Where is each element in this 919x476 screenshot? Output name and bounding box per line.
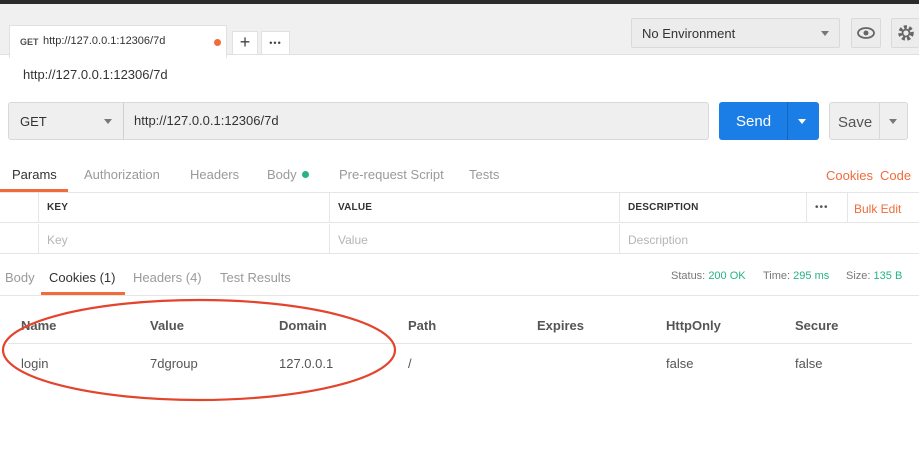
cookie-header-httponly: HttpOnly bbox=[666, 318, 721, 333]
status-value: 200 OK bbox=[708, 270, 746, 282]
params-more-button[interactable]: ••• bbox=[815, 202, 829, 213]
size-label: Size: 135 B bbox=[846, 270, 902, 282]
method-select[interactable]: GET bbox=[8, 102, 124, 140]
param-value-input[interactable]: Value bbox=[329, 224, 620, 253]
resp-tab-test-results[interactable]: Test Results bbox=[220, 270, 291, 285]
unsaved-dot-icon bbox=[214, 39, 221, 46]
tab-strip: GET http://127.0.0.1:12306/7d + ••• No E… bbox=[0, 4, 919, 58]
cookie-header-path: Path bbox=[408, 318, 437, 333]
send-options-chevron-icon[interactable] bbox=[798, 119, 806, 124]
params-actions-divider bbox=[847, 193, 848, 222]
tab-url: http://127.0.0.1:12306/7d bbox=[43, 35, 166, 47]
cookie-path-cell: / bbox=[408, 356, 412, 371]
send-divider bbox=[787, 102, 788, 140]
save-divider bbox=[879, 103, 880, 139]
save-options-chevron-icon[interactable] bbox=[889, 119, 897, 124]
cookie-header-expires: Expires bbox=[537, 318, 584, 333]
request-title: http://127.0.0.1:12306/7d bbox=[23, 67, 168, 82]
tab-pre-request-script[interactable]: Pre-request Script bbox=[339, 167, 444, 182]
resp-tab-body[interactable]: Body bbox=[5, 270, 35, 285]
params-checkbox-column bbox=[0, 193, 39, 222]
cookie-header-name: Name bbox=[21, 318, 57, 333]
tab-headers[interactable]: Headers bbox=[190, 167, 239, 182]
environment-selected: No Environment bbox=[642, 26, 736, 41]
annotation-circle bbox=[1, 298, 397, 402]
cookie-row-divider bbox=[8, 343, 912, 344]
cookie-secure-cell: false bbox=[795, 356, 823, 371]
eye-icon[interactable] bbox=[851, 18, 881, 48]
environment-select[interactable]: No Environment bbox=[631, 18, 840, 48]
response-tabs: Body Cookies (1) Headers (4) Test Result… bbox=[0, 263, 919, 296]
send-button[interactable]: Send bbox=[719, 102, 819, 140]
status-label: Status: 200 OK bbox=[671, 270, 746, 282]
request-tab[interactable]: GET http://127.0.0.1:12306/7d bbox=[9, 25, 227, 58]
param-key-input[interactable]: Key bbox=[38, 224, 330, 253]
save-label: Save bbox=[838, 114, 873, 131]
size-value: 135 B bbox=[873, 270, 903, 282]
cookie-domain-cell: 127.0.0.1 bbox=[279, 356, 334, 371]
cookie-value-cell: 7dgroup bbox=[150, 356, 198, 371]
chevron-down-icon bbox=[104, 119, 112, 124]
resp-tab-headers[interactable]: Headers (4) bbox=[133, 270, 202, 285]
params-table: KEY VALUE DESCRIPTION ••• Bulk Edit Key … bbox=[0, 193, 919, 255]
tab-params[interactable]: Params bbox=[12, 167, 57, 182]
params-header-row: KEY VALUE DESCRIPTION ••• Bulk Edit bbox=[0, 193, 919, 223]
params-input-row: Key Value Description bbox=[0, 224, 919, 254]
time-value: 295 ms bbox=[793, 270, 830, 282]
tab-tests[interactable]: Tests bbox=[469, 167, 499, 182]
chevron-down-icon bbox=[821, 31, 829, 36]
size-label-text: Size: bbox=[846, 270, 871, 282]
gear-icon[interactable] bbox=[891, 18, 919, 48]
cookie-header-secure: Secure bbox=[795, 318, 839, 333]
save-button[interactable]: Save bbox=[829, 102, 908, 140]
request-tabs: Params Authorization Headers Body Pre-re… bbox=[0, 160, 919, 193]
resp-active-tab-indicator bbox=[41, 292, 125, 295]
tab-body[interactable]: Body bbox=[267, 167, 309, 182]
tab-more-button[interactable]: ••• bbox=[261, 31, 290, 55]
code-link[interactable]: Code bbox=[880, 168, 911, 183]
send-label: Send bbox=[736, 113, 772, 130]
method-value: GET bbox=[20, 114, 47, 129]
cookie-header-value: Value bbox=[150, 318, 184, 333]
new-tab-button[interactable]: + bbox=[232, 31, 258, 55]
params-actions: ••• Bulk Edit bbox=[806, 193, 919, 222]
resp-tab-cookies-label: Cookies (1) bbox=[49, 270, 116, 285]
cookie-name-cell: login bbox=[21, 356, 49, 371]
cookie-httponly-cell: false bbox=[666, 356, 694, 371]
params-description-header: DESCRIPTION bbox=[619, 193, 807, 222]
url-input[interactable]: http://127.0.0.1:12306/7d bbox=[123, 102, 709, 140]
body-indicator-dot-icon bbox=[301, 171, 309, 178]
params-key-header: KEY bbox=[38, 193, 330, 222]
active-tab-indicator bbox=[0, 189, 68, 192]
cookie-header-domain: Domain bbox=[279, 318, 327, 333]
tab-method: GET bbox=[20, 37, 39, 47]
tab-authorization[interactable]: Authorization bbox=[84, 167, 160, 182]
params-value-header: VALUE bbox=[329, 193, 620, 222]
status-label-text: Status: bbox=[671, 270, 706, 282]
bulk-edit-link[interactable]: Bulk Edit bbox=[854, 202, 901, 216]
time-label-text: Time: bbox=[763, 270, 791, 282]
param-description-input[interactable]: Description bbox=[619, 224, 919, 253]
cookies-link[interactable]: Cookies bbox=[826, 168, 873, 183]
params-row-checkbox bbox=[0, 224, 39, 253]
tab-body-label: Body bbox=[267, 167, 297, 182]
time-label: Time: 295 ms bbox=[763, 270, 829, 282]
resp-tab-cookies[interactable]: Cookies (1) bbox=[49, 270, 115, 285]
